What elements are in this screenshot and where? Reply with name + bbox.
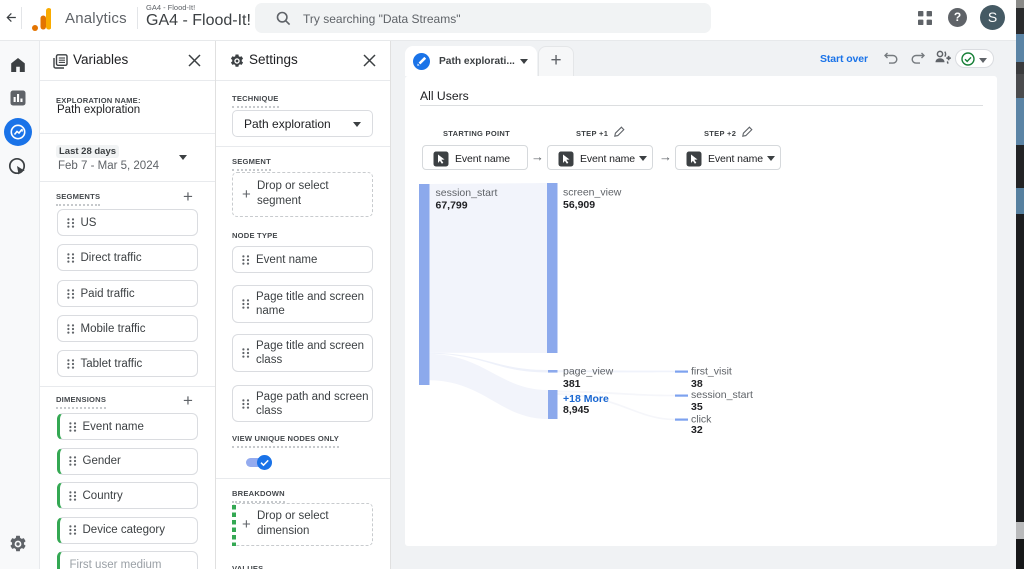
svg-text:page_view: page_view: [563, 366, 614, 378]
svg-text:first_visit: first_visit: [691, 366, 732, 378]
svg-text:8,945: 8,945: [563, 404, 589, 416]
svg-text:35: 35: [691, 401, 703, 413]
svg-text:38: 38: [691, 378, 703, 390]
svg-text:32: 32: [691, 424, 703, 436]
svg-text:session_start: session_start: [691, 389, 753, 401]
svg-text:381: 381: [563, 378, 581, 390]
svg-text:session_start: session_start: [436, 187, 498, 199]
svg-text:67,799: 67,799: [436, 200, 468, 212]
svg-text:screen_view: screen_view: [563, 187, 622, 199]
svg-text:56,909: 56,909: [563, 199, 595, 211]
